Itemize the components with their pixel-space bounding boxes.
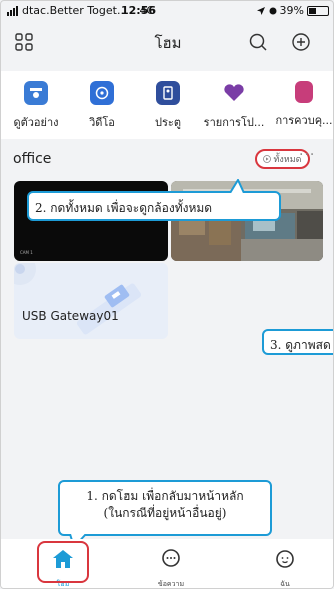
status-bar: dtac.Better Toget... 4G 12:56 39% <box>1 1 333 21</box>
search-icon[interactable] <box>247 31 269 53</box>
door-icon <box>156 81 180 105</box>
carrier-text: dtac.Better Toget... <box>22 4 128 17</box>
film-icon <box>90 81 114 105</box>
heart-icon <box>222 81 246 105</box>
callout-text: 3. ดูภาพสด <box>270 338 331 352</box>
play-icon <box>263 155 272 163</box>
callout-text-line2: (ในกรณีที่อยู่หน้าอื่นอยู่) <box>103 506 227 520</box>
callout-home: 1. กดโฮม เพื่อกลับมาหน้าหลัก (ในกรณีที่อ… <box>58 480 272 548</box>
callout-pointer <box>229 179 245 193</box>
shortcut-bar: ดูตัวอย่าง วิดีโอ ประตู รายการโป... การค… <box>1 71 333 139</box>
shortcut-preview[interactable]: ดูตัวอย่าง <box>3 81 69 131</box>
callout-view-all: 2. กดทั้งหมด เพื่อจะดูกล้องทั้งหมด <box>27 179 281 221</box>
shortcut-label: ดูตัวอย่าง <box>13 116 59 129</box>
shortcut-door[interactable]: ประตู <box>135 81 201 131</box>
alarm-icon <box>269 7 277 14</box>
location-icon <box>256 6 265 15</box>
gateway-icon <box>14 263 142 335</box>
callout-text-line1: 1. กดโฮม เพื่อกลับมาหน้าหลัก <box>86 489 244 503</box>
nav-messages[interactable]: ข้อความ <box>141 543 201 588</box>
shortcut-label: การควบคุ... <box>275 114 333 127</box>
home-highlight <box>37 541 89 583</box>
signal-icon <box>7 5 18 16</box>
shortcut-label: รายการโป... <box>203 116 265 129</box>
battery-text: 39% <box>279 4 304 17</box>
gateway-name: USB Gateway01 <box>22 309 119 323</box>
nav-profile[interactable]: ฉัน <box>255 543 315 588</box>
shortcut-label: ประตู <box>155 116 181 129</box>
time-text: 12:56 <box>121 4 157 17</box>
shortcut-favorites[interactable]: รายการโป... <box>201 81 267 131</box>
callout-text: 2. กดทั้งหมด เพื่อจะดูกล้องทั้งหมด <box>35 201 213 215</box>
nav-label: ข้อความ <box>157 580 185 588</box>
section-title: office <box>13 151 52 167</box>
camera-label: CAM 1 <box>20 250 33 255</box>
add-icon[interactable] <box>290 31 312 53</box>
shortcut-label: วิดีโอ <box>89 116 115 129</box>
camera-icon <box>24 81 48 105</box>
message-icon <box>162 549 180 567</box>
more-icon[interactable]: ··· <box>299 147 315 163</box>
shortcut-control[interactable]: การควบคุ... <box>271 81 333 129</box>
control-icon <box>295 81 313 103</box>
callout-live-view: 3. ดูภาพสด <box>262 329 333 355</box>
nav-label: ฉัน <box>280 580 290 588</box>
battery-icon <box>307 5 329 16</box>
page-title: โฮม <box>154 34 182 52</box>
profile-icon <box>276 550 294 568</box>
app-header: โฮม <box>1 25 333 61</box>
app-screen: dtac.Better Toget... 4G 12:56 39% โฮม ดู… <box>0 0 334 589</box>
view-all-label: ทั้งหมด <box>273 155 302 165</box>
shortcut-video[interactable]: วิดีโอ <box>69 81 135 131</box>
gateway-tile[interactable]: USB Gateway01 <box>14 263 168 339</box>
